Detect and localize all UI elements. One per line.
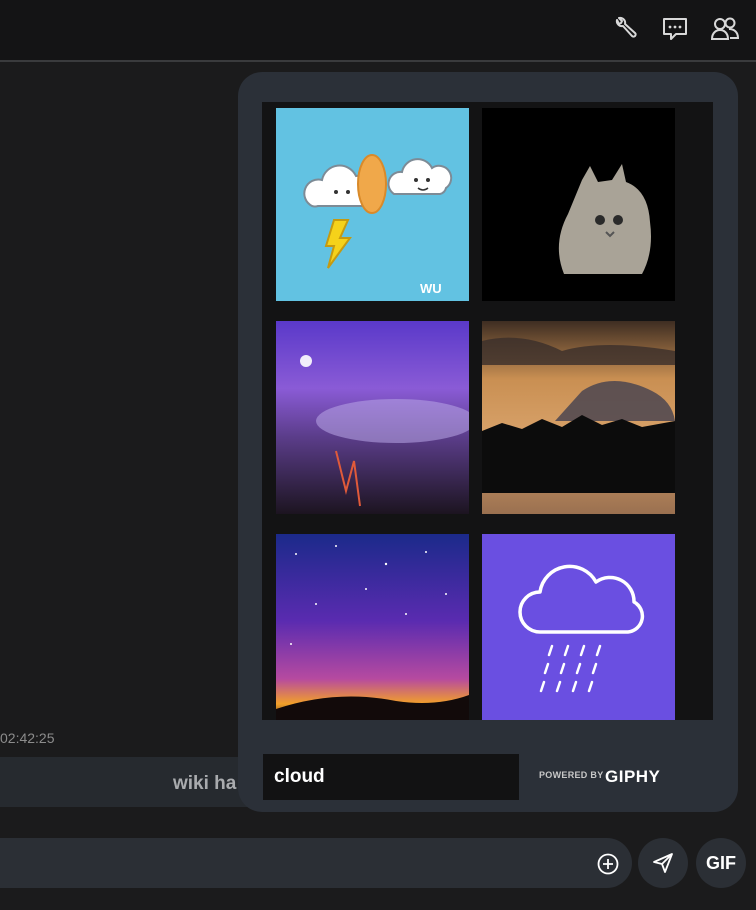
gif-search-input[interactable] — [263, 754, 519, 800]
gif-picker-panel: WU cloud POWERED BY GIPHY — [238, 72, 738, 812]
chat-bubble-icon[interactable] — [660, 14, 690, 44]
message-timestamp: 02:42:25 — [0, 730, 55, 746]
purple-clouds-image — [276, 321, 469, 514]
gif-button[interactable]: GIF — [696, 838, 746, 888]
message-bubble[interactable]: wiki ha — [0, 757, 260, 807]
sunset-clouds-image — [482, 321, 675, 514]
message-text: wiki ha — [173, 773, 237, 794]
plus-circle-icon — [597, 853, 619, 875]
gif-result-rain-cloud[interactable] — [482, 534, 675, 720]
gif-results-grid[interactable]: WU — [262, 102, 713, 720]
rain-cloud-image — [482, 534, 675, 720]
top-bar — [0, 0, 756, 60]
send-button[interactable] — [638, 838, 688, 888]
members-icon[interactable] — [710, 14, 740, 44]
angry-cloud-image: WU — [276, 108, 469, 301]
powered-by-label: POWERED BY — [539, 770, 604, 780]
gif-result-angry-cloud[interactable]: WU — [276, 108, 469, 301]
send-icon — [653, 853, 673, 873]
gif-result-cat[interactable] — [482, 108, 675, 301]
add-attachment-button[interactable] — [596, 852, 620, 876]
cat-image — [482, 108, 675, 301]
giphy-logo: GIPHY — [605, 767, 661, 786]
gif-result-purple-clouds[interactable] — [276, 321, 469, 514]
wrench-icon[interactable] — [610, 14, 640, 44]
gif-button-label: GIF — [706, 852, 736, 873]
gif-result-starry-sky[interactable] — [276, 534, 469, 720]
message-input[interactable] — [0, 838, 632, 888]
wu-watermark: WU — [420, 281, 442, 296]
gif-result-sunset-clouds[interactable] — [482, 321, 675, 514]
starry-sky-image — [276, 534, 469, 720]
